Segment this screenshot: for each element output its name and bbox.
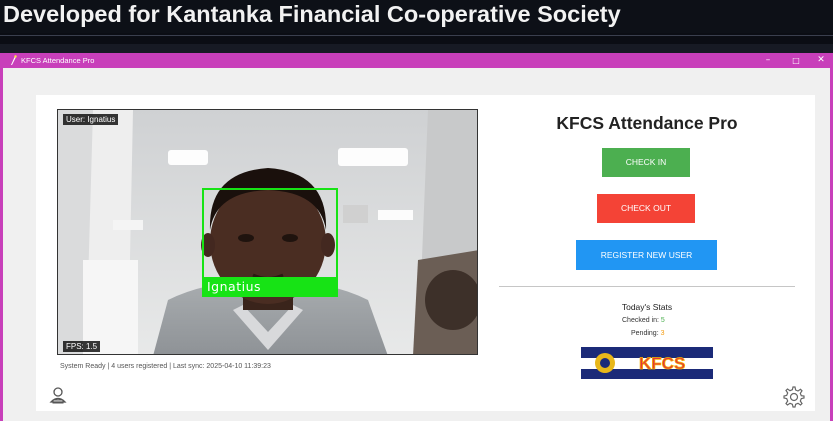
app-window: KFCS Attendance Pro – □ ✕ User: Ignatius… (0, 53, 833, 421)
banner-title: Developed for Kantanka Financial Co-oper… (3, 1, 621, 27)
window-titlebar[interactable]: KFCS Attendance Pro – □ ✕ (3, 53, 830, 68)
banner-divider (0, 35, 833, 36)
maximize-button[interactable]: □ (789, 54, 803, 67)
main-panel: User: Ignatius Ignatius FPS: 1.5 System … (36, 95, 815, 411)
stat-pending-label: Pending: (631, 330, 659, 337)
user-icon[interactable] (49, 386, 67, 404)
window-title: KFCS Attendance Pro (21, 56, 95, 65)
stat-pending-value: 3 (660, 330, 665, 337)
stat-checked-in: Checked in: 5 (622, 317, 665, 324)
camera-feed: User: Ignatius Ignatius FPS: 1.5 (57, 109, 478, 355)
close-button[interactable]: ✕ (814, 54, 828, 67)
stats-title: Today's Stats (621, 302, 673, 312)
stat-pending: Pending: 3 (631, 330, 665, 337)
app-title: KFCS Attendance Pro (556, 113, 738, 133)
gear-icon[interactable] (781, 385, 805, 409)
check-out-button[interactable]: CHECK OUT (597, 194, 695, 223)
camera-user-label: User: Ignatius (63, 114, 119, 125)
fps-label: FPS: 1.5 (63, 341, 101, 352)
stat-checked-in-label: Checked in: (622, 317, 659, 324)
stat-checked-in-value: 5 (660, 317, 665, 324)
check-in-button[interactable]: CHECK IN (602, 148, 690, 177)
stats-divider (499, 286, 795, 287)
face-name-tag: Ignatius (202, 277, 338, 297)
top-banner: Developed for Kantanka Financial Co-oper… (0, 0, 833, 33)
status-bar-text: System Ready | 4 users registered | Last… (60, 363, 271, 370)
minimize-button[interactable]: – (761, 54, 775, 67)
register-user-button[interactable]: REGISTER NEW USER (576, 240, 717, 270)
kfcs-logo: KFCS (581, 347, 713, 379)
svg-text:KFCS: KFCS (639, 354, 685, 373)
app-icon (9, 55, 18, 66)
